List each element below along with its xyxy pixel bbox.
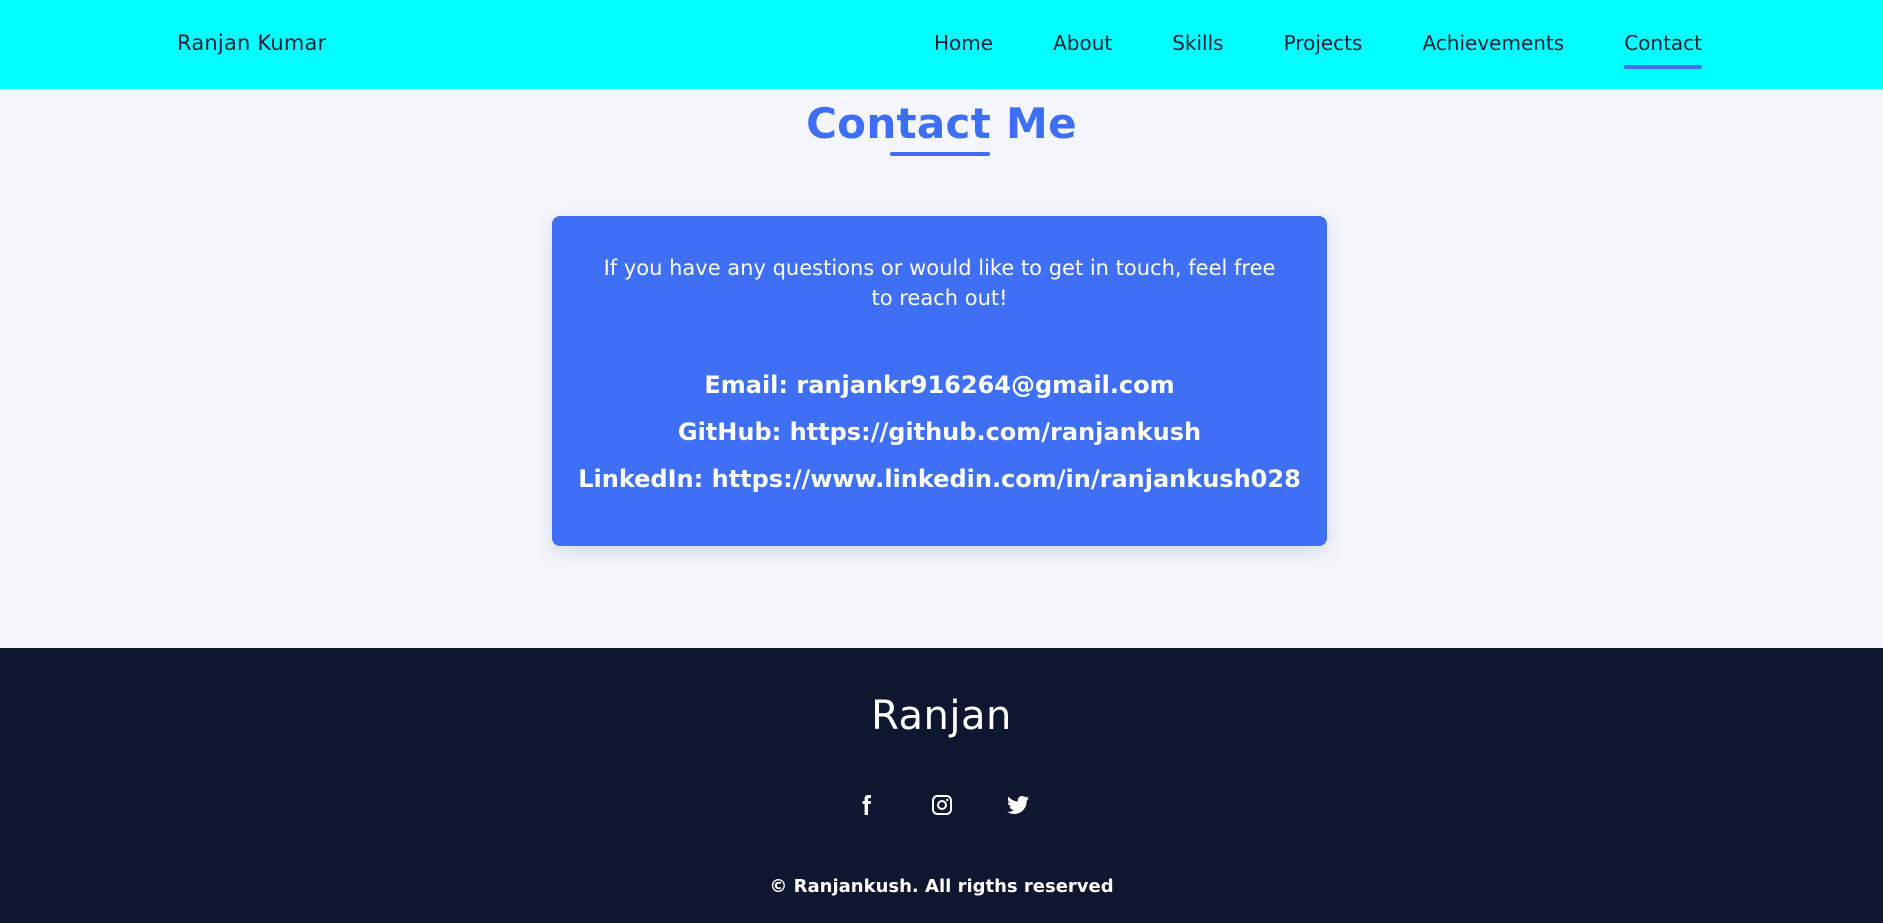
nav-link-contact[interactable]: Contact xyxy=(1624,31,1702,69)
navbar: Ranjan Kumar Home About Skills Projects … xyxy=(0,0,1883,89)
linkedin-label: LinkedIn: xyxy=(578,465,704,493)
social-links xyxy=(0,793,1883,817)
contact-card: If you have any questions or would like … xyxy=(552,216,1327,546)
twitter-icon[interactable] xyxy=(1006,793,1030,817)
email-line: Email: ranjankr916264@gmail.com xyxy=(552,371,1327,399)
nav-link-skills[interactable]: Skills xyxy=(1172,31,1223,65)
instagram-icon[interactable] xyxy=(930,793,954,817)
footer: Ranjan © Ranjankush. All rigths reserved xyxy=(0,648,1883,923)
nav-link-projects[interactable]: Projects xyxy=(1284,31,1363,65)
contact-section: Contact Me If you have any questions or … xyxy=(0,89,1883,648)
github-label: GitHub: xyxy=(677,418,782,446)
linkedin-link[interactable]: https://www.linkedin.com/in/ranjankush02… xyxy=(712,465,1301,493)
title-underline xyxy=(890,152,990,156)
nav-link-achievements[interactable]: Achievements xyxy=(1422,31,1564,65)
brand-name[interactable]: Ranjan Kumar xyxy=(177,31,326,55)
github-link[interactable]: https://github.com/ranjankush xyxy=(790,418,1202,446)
linkedin-line: LinkedIn: https://www.linkedin.com/in/ra… xyxy=(552,465,1327,493)
nav-link-about[interactable]: About xyxy=(1053,31,1112,65)
github-line: GitHub: https://github.com/ranjankush xyxy=(552,418,1327,446)
footer-name: Ranjan xyxy=(871,693,1012,739)
nav-link-home[interactable]: Home xyxy=(934,31,993,65)
copyright-text: © Ranjankush. All rigths reserved xyxy=(769,876,1114,897)
email-link[interactable]: ranjankr916264@gmail.com xyxy=(796,371,1174,399)
section-title: Contact Me xyxy=(806,99,1077,148)
facebook-icon[interactable] xyxy=(854,793,878,817)
email-label: Email: xyxy=(704,371,788,399)
contact-intro: If you have any questions or would like … xyxy=(603,256,1276,310)
nav-links: Home About Skills Projects Achievements … xyxy=(934,31,1702,69)
